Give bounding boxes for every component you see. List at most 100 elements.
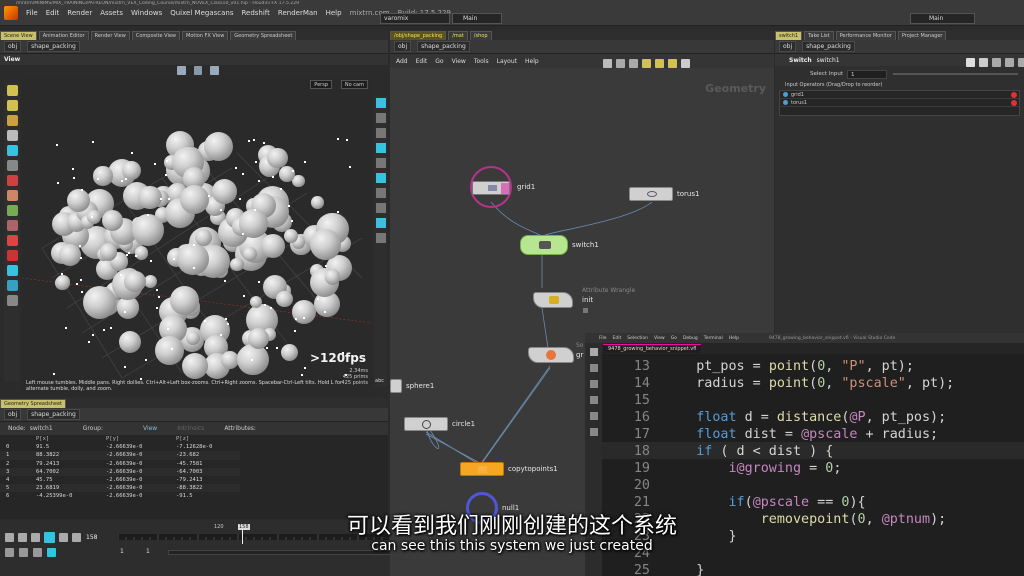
remote-icon[interactable]	[589, 428, 598, 436]
editor-menu-view[interactable]: View	[654, 336, 665, 341]
select-input-slider[interactable]	[893, 73, 1018, 75]
menu-quixel[interactable]: Quixel Megascans	[170, 9, 233, 17]
tab-switch1[interactable]: switch1	[775, 31, 803, 40]
snap-active-icon[interactable]	[6, 265, 18, 276]
code-line[interactable]: 16 float d = distance(@P, pt_pos);	[602, 409, 1024, 426]
pose-tool-icon[interactable]	[6, 115, 18, 126]
table-row[interactable]: 0 91.5 -2.66639e-0 -7.12628e-0	[0, 443, 240, 451]
code-line[interactable]: 14 radius = point(0, "pscale", pt);	[602, 375, 1024, 392]
desktop-selector[interactable]: varomix	[380, 13, 450, 24]
node-switch1[interactable]	[520, 235, 568, 255]
menu-renderman[interactable]: RenderMan	[278, 9, 318, 17]
param-node-name[interactable]: switch1	[817, 57, 840, 64]
source-control-icon[interactable]	[589, 380, 598, 388]
menu-render[interactable]: Render	[67, 9, 92, 17]
menu-windows[interactable]: Windows	[131, 9, 162, 17]
guide-icon[interactable]	[375, 233, 386, 243]
select-input-field[interactable]: 1	[847, 69, 887, 79]
param-find-icon[interactable]	[1005, 58, 1014, 67]
points-icon[interactable]	[375, 188, 386, 198]
lock-icon[interactable]	[375, 113, 386, 123]
editor-menu-selection[interactable]: Selection	[627, 336, 648, 341]
tab-take-list[interactable]: Take List	[804, 31, 834, 40]
select-tool-icon[interactable]	[6, 85, 18, 96]
tab-animation-editor[interactable]: Animation Editor	[38, 31, 89, 40]
param-path-shape-packing[interactable]: shape_packing	[802, 41, 855, 52]
tab-render-view[interactable]: Render View	[90, 31, 130, 40]
table-row[interactable]: 6 -4.25399e-0 -2.66639e-0 -91.5	[0, 492, 240, 500]
explorer-icon[interactable]	[589, 348, 598, 356]
tab-composite-view[interactable]: Composite View	[131, 31, 180, 40]
table-row[interactable]: 1 88.3822 -2.66639e-0 -23.682	[0, 451, 240, 460]
editor-menu-file[interactable]: File	[599, 336, 607, 341]
shading-icon[interactable]	[193, 66, 203, 75]
record-icon[interactable]	[6, 220, 18, 231]
help-icon[interactable]	[979, 58, 988, 67]
gear-icon[interactable]	[966, 58, 975, 67]
node-copytopoints1[interactable]	[460, 462, 504, 476]
arrow-icon[interactable]	[6, 130, 18, 141]
desktop-main-selector[interactable]: Main	[452, 13, 502, 24]
operator-torus1[interactable]: torus1	[791, 100, 1011, 106]
sheet-path-obj[interactable]: obj	[4, 409, 22, 420]
menu-edit[interactable]: Edit	[46, 9, 60, 17]
table-row[interactable]: 5 23.6819 -2.66639e-0 -88.3822	[0, 484, 240, 493]
more-icon[interactable]	[1018, 58, 1024, 67]
magnet-icon[interactable]	[6, 175, 18, 186]
operator-row[interactable]: grid1	[780, 91, 1019, 99]
snap-icon[interactable]	[6, 205, 18, 216]
extensions-icon[interactable]	[589, 412, 598, 420]
operator-row[interactable]: torus1	[780, 99, 1019, 107]
param-path-obj[interactable]: obj	[779, 41, 797, 52]
info-icon[interactable]	[992, 58, 1001, 67]
tab-project-manager[interactable]: Project Manager	[897, 31, 947, 40]
table-row[interactable]: 4 45.75 -2.66639e-0 -79.2413	[0, 476, 240, 484]
move-tool-icon[interactable]	[6, 100, 18, 111]
node-torus1[interactable]	[629, 187, 673, 201]
path-shape-packing[interactable]: shape_packing	[27, 41, 80, 52]
lighting-icon[interactable]	[210, 66, 220, 75]
view-button[interactable]: View	[143, 425, 157, 432]
handle-icon[interactable]	[6, 160, 18, 171]
editor-menu-debug[interactable]: Debug	[683, 336, 698, 341]
viewport[interactable]: Persp No cam >120fps 2.34ms 425 prims 42…	[22, 78, 372, 396]
editor-menu-help[interactable]: Help	[729, 336, 739, 341]
remove-operator-icon[interactable]	[1011, 99, 1017, 106]
editor-file-tab[interactable]: 9478_growing_behavior_snippet.vfl	[603, 344, 702, 353]
editor-menu-go[interactable]: Go	[671, 336, 677, 341]
editor-menu-terminal[interactable]: Terminal	[704, 336, 723, 341]
table-row[interactable]: 2 79.2413 -2.66639e-0 -45.7581	[0, 460, 240, 468]
code-line[interactable]: 19 i@growing = 0;	[602, 460, 1024, 477]
sheet-path-shape-packing[interactable]: shape_packing	[27, 409, 80, 420]
node-solver[interactable]	[528, 347, 574, 363]
tab-spreadsheet[interactable]: Geometry Spreadsheet	[0, 399, 67, 408]
wire-icon[interactable]	[375, 173, 386, 183]
group-icon[interactable]	[6, 280, 18, 291]
code-line[interactable]: 17 float dist = @pscale + radius;	[602, 426, 1024, 443]
display-option-icon[interactable]	[375, 98, 386, 108]
debug-icon[interactable]	[589, 396, 598, 404]
tab-geometry-spreadsheet[interactable]: Geometry Spreadsheet	[230, 31, 297, 40]
code-line[interactable]: 18 if ( d < dist ) {	[602, 443, 1024, 460]
desktop-right-selector[interactable]: Main	[910, 13, 975, 24]
operator-grid1[interactable]: grid1	[791, 92, 1011, 98]
menu-file[interactable]: File	[26, 9, 38, 17]
editor-search-icon[interactable]	[589, 364, 598, 372]
node-value[interactable]: switch1	[30, 425, 53, 432]
display-flag-icon[interactable]	[501, 183, 509, 194]
remove-operator-icon[interactable]	[1011, 91, 1017, 98]
node-init[interactable]	[533, 292, 573, 308]
magnet-red-icon[interactable]	[6, 250, 18, 261]
normals-icon[interactable]	[375, 203, 386, 213]
pin-icon[interactable]	[375, 158, 386, 168]
ghost-icon[interactable]	[375, 218, 386, 228]
tab-performance-monitor[interactable]: Performance Monitor	[835, 31, 896, 40]
menu-help[interactable]: Help	[326, 9, 342, 17]
light-icon[interactable]	[375, 128, 386, 138]
code-line[interactable]: 25 }	[602, 562, 1024, 576]
code-line[interactable]: 13 pt_pos = point(0, "P", pt);	[602, 358, 1024, 375]
node-sphere1[interactable]	[390, 379, 402, 393]
brush-icon[interactable]	[6, 190, 18, 201]
node-circle1[interactable]	[404, 417, 448, 431]
code-line[interactable]: 20	[602, 477, 1024, 494]
